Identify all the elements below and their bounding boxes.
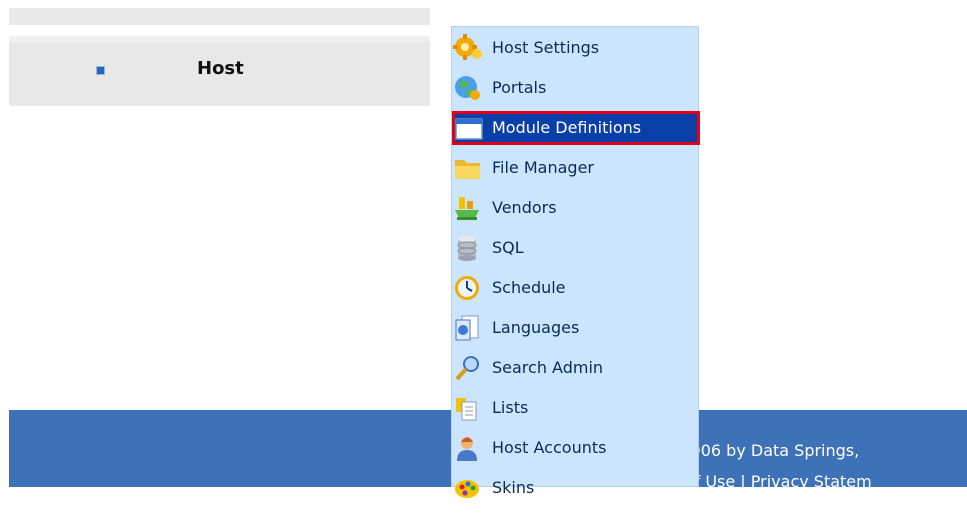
menu-item-sql[interactable]: SQL — [452, 231, 700, 263]
lists-icon — [456, 398, 477, 421]
menu-item-vendors[interactable]: Vendors — [452, 191, 700, 223]
menu-item-label: Host Settings — [492, 38, 600, 57]
menu-item-skins[interactable]: Skins — [452, 471, 700, 503]
menu-item-label: Skins — [492, 478, 535, 497]
footer-separator: | — [740, 472, 746, 491]
database-icon — [457, 236, 477, 261]
palette-icon — [455, 480, 479, 498]
clock-icon — [455, 276, 479, 300]
host-dropdown-menu: Host Settings Portals Module Definitions… — [451, 26, 700, 498]
languages-icon — [455, 315, 479, 341]
privacy-link[interactable]: Privacy Statem — [751, 472, 872, 491]
menu-item-label: Module Definitions — [492, 118, 642, 137]
user-icon — [457, 437, 477, 461]
menu-item-label: Portals — [492, 78, 547, 97]
menu-item-host-accounts[interactable]: Host Accounts — [452, 431, 700, 463]
gear-settings-icon — [453, 34, 482, 60]
menu-item-label: Lists — [492, 398, 529, 417]
nav-item-host[interactable]: Host — [197, 58, 244, 79]
menu-item-label: Schedule — [492, 278, 566, 297]
magnifier-icon — [455, 356, 479, 381]
menu-item-schedule[interactable]: Schedule — [452, 271, 700, 303]
menu-item-label: Search Admin — [492, 358, 604, 377]
menu-item-label: Languages — [492, 318, 580, 337]
menu-item-label: File Manager — [492, 158, 594, 177]
vendor-icon — [455, 197, 479, 220]
nav-bullet-icon — [96, 66, 105, 75]
folder-icon — [455, 160, 480, 179]
nav-strip-top — [9, 8, 430, 25]
menu-item-portals[interactable]: Portals — [452, 71, 700, 103]
footer-links: Of Use | Privacy Statem — [682, 472, 872, 491]
menu-item-label: Host Accounts — [492, 438, 607, 457]
window-icon — [455, 118, 483, 140]
menu-item-file-manager[interactable]: File Manager — [452, 151, 700, 183]
menu-item-module-definitions[interactable]: Module Definitions — [452, 111, 700, 145]
menu-item-label: SQL — [492, 238, 524, 257]
globe-icon — [455, 76, 480, 100]
menu-item-lists[interactable]: Lists — [452, 391, 700, 423]
menu-item-label: Vendors — [492, 198, 557, 217]
menu-item-host-settings[interactable]: Host Settings — [452, 31, 700, 63]
menu-item-languages[interactable]: Languages — [452, 311, 700, 343]
menu-item-search-admin[interactable]: Search Admin — [452, 351, 700, 383]
